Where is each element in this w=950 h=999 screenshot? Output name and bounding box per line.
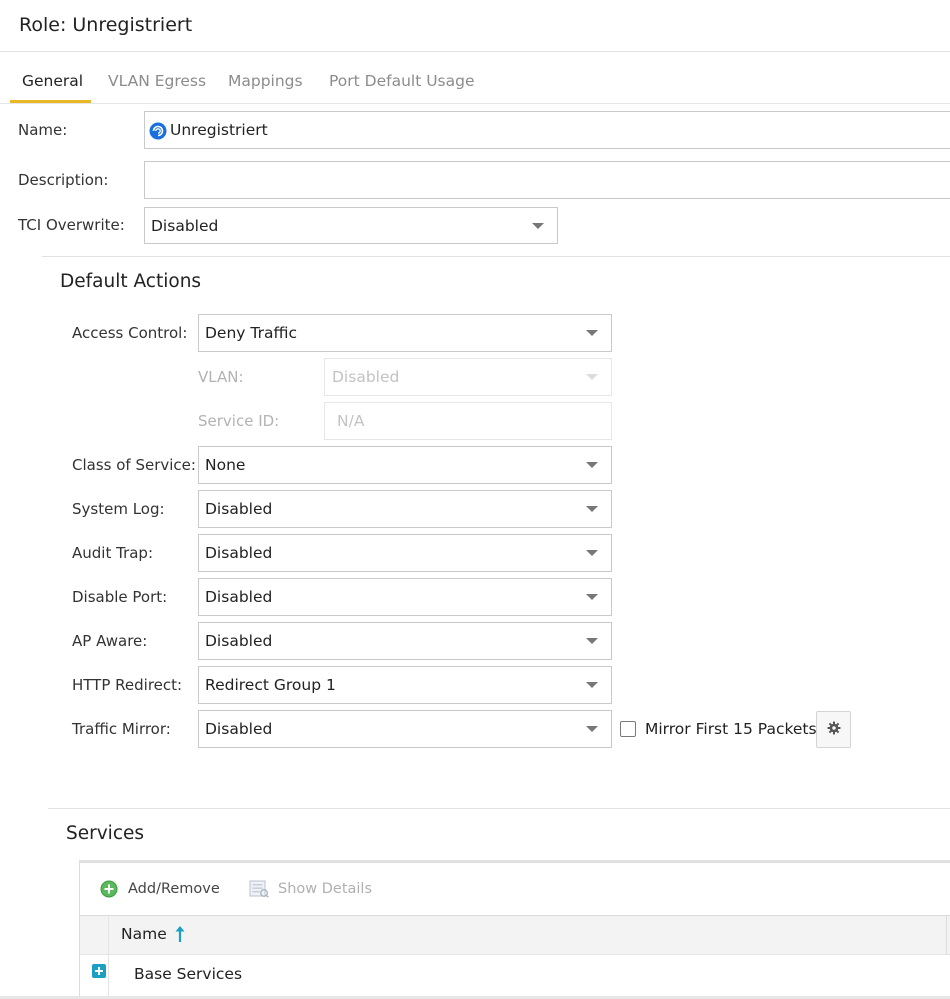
role-icon [149,122,167,140]
description-field[interactable] [144,161,950,199]
vlan-label: VLAN: [198,368,244,386]
name-value: Unregistriert [170,121,268,139]
default-actions-divider [42,256,950,257]
chevron-down-icon [586,462,598,468]
mirror-first-packets-checkbox[interactable] [620,721,636,737]
system-log-value: Disabled [205,500,273,518]
traffic-mirror-label: Traffic Mirror: [72,720,171,738]
tabs-divider [0,103,950,104]
ap-aware-label: AP Aware: [72,632,148,650]
table-row[interactable]: Base Services [134,965,242,983]
title-divider [0,51,950,52]
name-label: Name: [18,121,68,139]
audit-trap-value: Disabled [205,544,273,562]
chevron-down-icon [586,550,598,556]
services-grid-header [80,915,950,955]
service-id-label: Service ID: [198,412,280,430]
services-title: Services [66,823,145,844]
disable-port-value: Disabled [205,588,273,606]
vlan-value: Disabled [332,368,400,386]
class-of-service-value: None [205,456,246,474]
tci-overwrite-value: Disabled [151,216,219,235]
tci-overwrite-select[interactable]: Disabled [144,207,558,244]
show-details-button: Show Details [249,880,372,898]
gear-icon [827,721,841,739]
http-redirect-label: HTTP Redirect: [72,676,183,694]
description-label: Description: [18,171,109,189]
vlan-select: Disabled [324,358,612,396]
tab-vlan-egress[interactable]: VLAN Egress [108,72,206,90]
system-log-select[interactable]: Disabled [198,490,612,528]
grid-column-divider [108,916,109,999]
chevron-down-icon [586,638,598,644]
column-header-name[interactable]: Name [121,925,185,943]
default-actions-title: Default Actions [60,271,202,292]
services-divider [48,808,950,809]
add-remove-button[interactable]: Add/Remove [100,880,220,898]
chevron-down-icon [586,330,598,336]
service-id-value: N/A [337,412,365,430]
class-of-service-select[interactable]: None [198,446,612,484]
column-header-name-label: Name [121,925,167,943]
grid-header-edge [946,916,947,955]
traffic-mirror-value: Disabled [205,720,273,738]
chevron-down-icon [586,374,598,380]
mirror-first-packets-label: Mirror First 15 Packets [645,720,817,738]
tab-mappings[interactable]: Mappings [228,72,303,90]
ap-aware-value: Disabled [205,632,273,650]
system-log-label: System Log: [72,500,165,518]
class-of-service-label: Class of Service: [72,456,196,474]
name-field[interactable]: Unregistriert [144,111,950,149]
audit-trap-select[interactable]: Disabled [198,534,612,572]
add-remove-label: Add/Remove [128,881,220,897]
disable-port-select[interactable]: Disabled [198,578,612,616]
chevron-down-icon [532,222,544,229]
ap-aware-select[interactable]: Disabled [198,622,612,660]
expand-row-icon[interactable] [92,964,106,978]
tab-general[interactable]: General [22,72,83,90]
tci-overwrite-label: TCI Overwrite: [18,216,125,234]
chevron-down-icon [586,594,598,600]
add-icon [100,880,118,898]
http-redirect-value: Redirect Group 1 [205,676,336,694]
chevron-down-icon [586,506,598,512]
access-control-select[interactable]: Deny Traffic [198,314,612,352]
show-details-label: Show Details [278,881,373,897]
window-title: Role: Unregistriert [19,14,193,36]
disable-port-label: Disable Port: [72,588,168,606]
service-id-field: N/A [324,402,612,440]
chevron-down-icon [586,726,598,732]
tab-port-default-usage[interactable]: Port Default Usage [329,72,475,90]
details-icon [249,880,269,898]
audit-trap-label: Audit Trap: [72,544,153,562]
access-control-label: Access Control: [72,324,188,342]
mirror-settings-button[interactable] [816,711,851,748]
http-redirect-select[interactable]: Redirect Group 1 [198,666,612,704]
access-control-value: Deny Traffic [205,324,297,342]
sort-ascending-icon [175,925,185,943]
traffic-mirror-select[interactable]: Disabled [198,710,612,748]
chevron-down-icon [586,682,598,688]
